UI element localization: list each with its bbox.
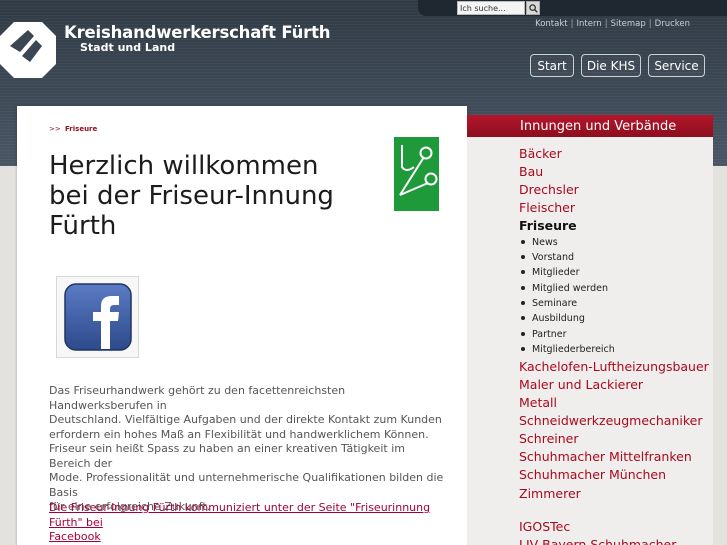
subitem-label: Mitglieder [532,267,580,278]
brand-title[interactable]: Kreishandwerkerschaft Fürth [64,23,331,42]
facebook-text-link[interactable]: Die Friseur-Innung Fürth kommuniziert un… [49,501,447,545]
sidebar-subitem-vorstand[interactable]: Vorstand [521,252,574,263]
nav-service-button[interactable]: Service [648,54,705,77]
breadcrumb-arrows: >> [49,125,61,133]
sidebar-subitem-partner[interactable]: Partner [521,329,567,340]
sidebar-item-friseure[interactable]: Friseure [519,218,577,233]
link-line[interactable]: Die Friseur-Innung Fürth kommuniziert un… [49,501,447,530]
sidebar-subitem-mitglied-werden[interactable]: Mitglied werden [521,283,608,294]
brand-subtitle: Stadt und Land [80,41,176,54]
subitem-label: Partner [532,329,567,340]
khs-logo[interactable] [0,22,56,78]
page-title-line: Herzlich willkommen [49,151,319,181]
subitem-label: Mitgliederbereich [532,344,615,355]
breadcrumb-current[interactable]: Friseure [65,125,97,133]
sidebar-item-schreiner[interactable]: Schreiner [519,431,579,446]
sidebar-item-maler[interactable]: Maler und Lackierer [519,377,643,392]
breadcrumb: >> Friseure [49,125,97,133]
paragraph-line: Deutschland. Vielfältige Aufgaben und de… [49,413,442,426]
link-line[interactable]: Facebook [49,530,447,545]
sidebar-item-metall[interactable]: Metall [519,395,557,410]
sidebar-item-bau[interactable]: Bau [519,164,543,179]
sidebar-subitem-seminare[interactable]: Seminare [521,298,577,309]
sidebar-item-drechsler[interactable]: Drechsler [519,182,579,197]
sidebar-panel [467,137,713,545]
paragraph-line: Friseur sein heißt Spass zu haben an ein… [49,442,405,470]
sidebar-item-igostec[interactable]: IGOSTec [519,519,570,534]
subitem-label: Seminare [532,298,578,309]
facebook-icon [63,283,132,351]
sidebar-item-fleischer[interactable]: Fleischer [519,200,575,215]
utility-link-intern[interactable]: Intern [576,19,601,29]
paragraph-line: erfordern ein hohes Maß an Flexibilität … [49,427,429,441]
sidebar-item-liv-bayern[interactable]: LIV Bayern Schuhmacher [519,537,676,545]
sidebar-item-baecker[interactable]: Bäcker [519,146,562,161]
subitem-label: Ausbildung [532,313,585,324]
sidebar-subitem-ausbildung[interactable]: Ausbildung [521,313,585,324]
facebook-link[interactable] [56,276,139,358]
sidebar-item-schuhmacher-mfr[interactable]: Schuhmacher Mittelfranken [519,449,692,464]
paragraph-line: Das Friseurhandwerk gehört zu den facett… [49,384,346,412]
sidebar-subitem-news[interactable]: News [521,237,558,248]
subitem-label: Mitglied werden [532,283,609,294]
sidebar-subitem-mitglieder[interactable]: Mitglieder [521,267,580,278]
sidebar-item-zimmerer[interactable]: Zimmerer [519,486,581,501]
page-title: Herzlich willkommen bei der Friseur-Innu… [49,151,369,241]
nav-start-button[interactable]: Start [530,54,574,77]
page-title-line: bei der Friseur-Innung [49,181,334,211]
subitem-label: Vorstand [532,252,575,263]
separator: | [648,19,652,29]
sidebar-heading: Innungen und Verbände [467,115,713,137]
utility-link-sitemap[interactable]: Sitemap [611,19,646,29]
subitem-label: News [532,237,558,248]
utility-links: Kontakt | Intern | Sitemap | Drucken [535,19,690,29]
search-input[interactable] [457,1,525,15]
sidebar-item-schuhmacher-muc[interactable]: Schuhmacher München [519,467,666,482]
sidebar-item-schneidwerkzeug[interactable]: Schneidwerkzeugmechaniker [519,413,703,428]
page-title-line: Fürth [49,211,117,241]
separator: | [604,19,608,29]
utility-link-kontakt[interactable]: Kontakt [535,19,568,29]
sidebar-item-kachelofen[interactable]: Kachelofen-Luftheizungsbauer [519,359,709,374]
search-button[interactable] [526,1,540,15]
nav-khs-button[interactable]: Die KHS [581,54,641,77]
separator: | [570,19,574,29]
sidebar-subitem-mitgliederbereich[interactable]: Mitgliederbereich [521,344,615,355]
search-icon [528,3,538,13]
utility-link-drucken[interactable]: Drucken [655,19,690,29]
paragraph-line: Mode. Professionalität und unternehmeris… [49,471,444,499]
scissors-logo [394,137,439,211]
intro-paragraph: Das Friseurhandwerk gehört zu den facett… [49,384,447,442]
